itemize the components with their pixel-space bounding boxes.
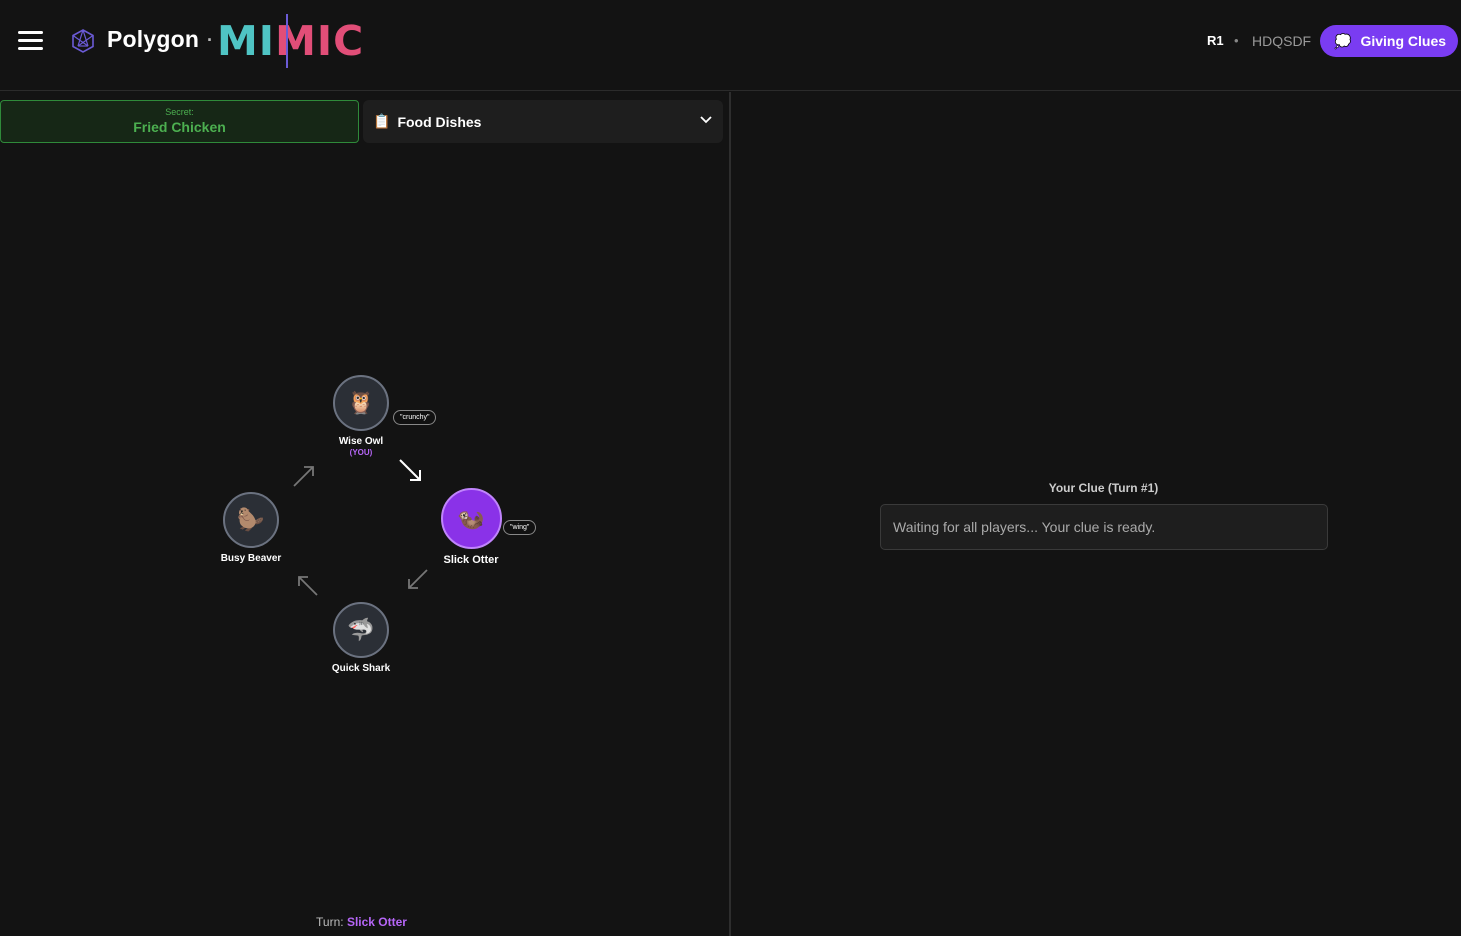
secret-value: Fried Chicken [133, 119, 226, 135]
clue-bubble: "crunchy" [393, 410, 437, 425]
mimic-logo: MIMIC [217, 17, 364, 65]
chevron-down-icon [700, 116, 712, 124]
menu-icon[interactable] [18, 30, 44, 52]
game-board-panel: Secret: Fried Chicken 📋 Food Dishes 🦉 Wi… [0, 92, 731, 936]
secret-label: Secret: [165, 107, 194, 117]
brand-separator: · [207, 30, 213, 50]
you-label: (YOU) [349, 448, 373, 457]
shark-avatar: 🦈 [333, 602, 389, 658]
clue-panel: Your Clue (Turn #1) Waiting for all play… [733, 92, 1461, 936]
thought-bubble-icon: 💭 [1334, 32, 1352, 49]
phase-label: Giving Clues [1360, 33, 1447, 49]
clue-bubble: "wing" [503, 520, 537, 535]
turn-player: Slick Otter [346, 915, 407, 929]
category-label: Food Dishes [397, 113, 482, 130]
player-name: Wise Owl [338, 436, 384, 447]
mimic-logo-part2: MIC [275, 17, 365, 65]
player-name: Slick Otter [443, 554, 499, 566]
round-indicator: R1 [1207, 33, 1224, 48]
clue-title: Your Clue (Turn #1) [1048, 481, 1159, 495]
room-code: HDQSDF [1252, 33, 1312, 49]
mimic-logo-divider [286, 14, 288, 68]
brand-name: Polygon [107, 26, 200, 52]
turn-indicator: Turn: Slick Otter [0, 915, 723, 929]
secret-word-box: Secret: Fried Chicken [0, 100, 359, 143]
player-busy-beaver[interactable]: 🦫 Busy Beaver [206, 492, 296, 564]
beaver-avatar: 🦫 [223, 492, 279, 548]
clipboard-icon: 📋 [373, 113, 391, 129]
player-name: Busy Beaver [220, 553, 282, 564]
otter-avatar: 🦦 [440, 488, 502, 549]
arrow-icon [399, 459, 421, 481]
arrow-icon [293, 466, 314, 487]
category-dropdown[interactable]: 📋 Food Dishes [363, 100, 723, 143]
player-name: Quick Shark [331, 663, 391, 674]
player-wise-owl[interactable]: 🦉 Wise Owl (YOU) [321, 375, 401, 457]
arrow-icon [408, 569, 428, 589]
turn-label: Turn: [316, 915, 344, 929]
arrow-icon [298, 576, 318, 596]
polygon-logo-icon [72, 29, 94, 53]
clue-status-box: Waiting for all players... Your clue is … [880, 504, 1328, 550]
owl-avatar: 🦉 [333, 375, 389, 431]
header-separator: • [1234, 33, 1239, 48]
phase-badge-button[interactable]: 💭 Giving Clues [1320, 25, 1458, 57]
top-bar: Polygon · MIMIC R1 • HDQSDF 💭 Giving Clu… [0, 0, 1461, 91]
player-quick-shark[interactable]: 🦈 Quick Shark [316, 602, 406, 674]
mimic-logo-part1: MI [217, 17, 276, 65]
